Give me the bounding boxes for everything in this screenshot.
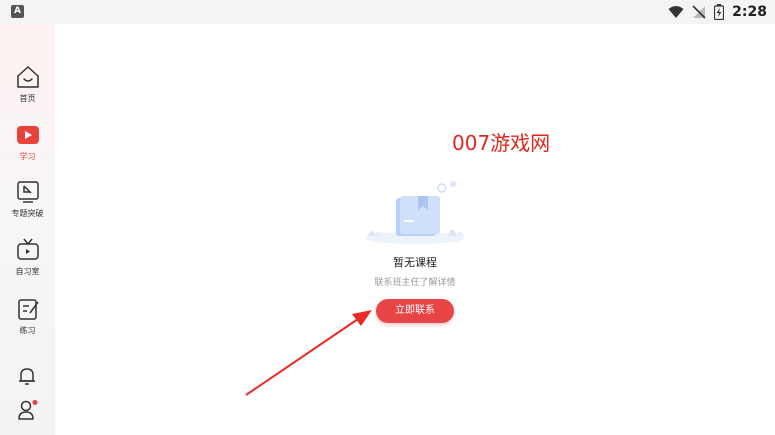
breakthrough-icon xyxy=(17,181,39,203)
app-notification-icon: A xyxy=(11,5,24,18)
notifications-button[interactable] xyxy=(0,364,55,390)
empty-state-subtitle: 联系班主任了解详情 xyxy=(374,278,456,288)
sidebar-item-label: 专题突破 xyxy=(11,209,44,218)
sidebar-item-label: 学习 xyxy=(19,152,36,161)
clock: 2:28 xyxy=(732,4,767,20)
battery-charging-icon xyxy=(714,4,725,20)
status-icons: 2:28 xyxy=(668,2,767,22)
tv-icon xyxy=(17,238,39,260)
sidebar-item-label: 自习室 xyxy=(15,267,40,276)
sidebar-item-practice[interactable]: 练习 xyxy=(0,296,55,348)
sidebar-item-breakthrough[interactable]: 专题突破 xyxy=(0,179,55,231)
sidebar: 首页 学习 专题突破 自习室 练习 xyxy=(0,24,55,435)
empty-state-title: 暂无课程 xyxy=(393,256,437,269)
sidebar-item-label: 练习 xyxy=(19,326,36,335)
play-icon xyxy=(17,126,39,144)
empty-book-illustration xyxy=(365,181,465,244)
wifi-icon xyxy=(668,6,684,18)
user-icon xyxy=(18,400,38,420)
no-signal-icon xyxy=(692,5,706,19)
profile-button[interactable] xyxy=(0,397,55,423)
annotation-arrow xyxy=(245,310,372,396)
bell-icon xyxy=(19,368,35,385)
sidebar-item-study[interactable]: 学习 xyxy=(0,122,55,174)
sidebar-item-home[interactable]: 首页 xyxy=(0,64,55,116)
watermark: 007游戏网 xyxy=(452,131,551,155)
sidebar-item-study-room[interactable]: 自习室 xyxy=(0,237,55,289)
status-bar: A 2:28 xyxy=(0,0,775,24)
contact-now-button[interactable]: 立即联系 xyxy=(376,299,454,323)
sidebar-item-label: 首页 xyxy=(19,94,36,103)
notification-badge xyxy=(32,400,38,405)
practice-icon xyxy=(18,299,39,320)
home-icon xyxy=(17,66,39,88)
